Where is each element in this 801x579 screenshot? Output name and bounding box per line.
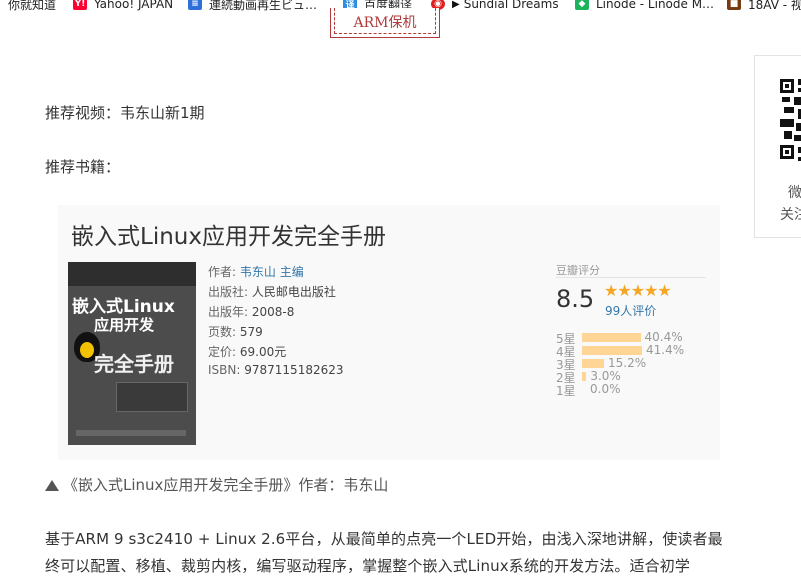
bookmark-label: 連続動画再生ビュ… (209, 0, 318, 12)
author-link[interactable]: 韦东山 主编 (240, 265, 304, 279)
rating-row-percent: 40.4% (644, 330, 683, 344)
rating-row-percent: 15.2% (608, 356, 647, 370)
book-price-row: 定价: 69.00元 (208, 343, 286, 360)
linode-icon: ◆ (575, 0, 589, 10)
follow-panel[interactable]: 微 关注 (754, 55, 801, 238)
rating-row-percent: 41.4% (646, 343, 685, 357)
book-pages-row: 页数: 579 (208, 323, 263, 340)
cover-title-3: 完全手册 (94, 352, 174, 376)
recommend-books-text: 推荐书籍： (45, 158, 121, 176)
yahoo-icon: Y! (73, 0, 87, 10)
bookmark-label: Yahoo! JAPAN (94, 0, 174, 11)
book-author-row: 作者: 韦东山 主编 (208, 263, 304, 280)
book-year-row: 出版年: 2008-8 (208, 303, 294, 320)
rating-row-bar (582, 372, 587, 381)
site-icon: ■ (727, 0, 741, 10)
pages-value: 579 (239, 325, 263, 339)
rating-count[interactable]: 99人评价 (605, 302, 656, 319)
bookmark-linode[interactable]: ◆ Linode - Linode M… (575, 0, 714, 11)
bookmark-video[interactable]: ≡ 連続動画再生ビュ… (188, 0, 318, 12)
book-info-image: 嵌入式Linux应用开发完全手册 嵌入式Linux 应用开发 完全手册 作者: … (58, 205, 720, 460)
cover-publisher-strip (76, 430, 186, 436)
rating-row: 5星 40.4% (556, 330, 706, 346)
rating-score: 8.5 (556, 285, 595, 313)
body-paragraph-line-1: 基于ARM 9 s3c2410 + Linux 2.6平台，从最简单的点亮一个L… (45, 530, 723, 548)
bookmark-label: 你就知道 (8, 0, 57, 12)
follow-label-1: 微 (788, 185, 801, 201)
caption-text: 《嵌入式Linux应用开发完全手册》作者：韦东山 (63, 476, 389, 494)
rating-stars-icon: ★★★★★ (604, 281, 672, 300)
tag-button-label: ARM保机 (353, 15, 417, 31)
isbn-value: 9787115182623 (244, 363, 344, 377)
year-label: 出版年: (208, 305, 249, 319)
bookmark-yahoo[interactable]: Y! Yahoo! JAPAN (73, 0, 173, 11)
rating-row-bar (582, 333, 641, 342)
rating-row-label: 1星 (556, 384, 576, 398)
cover-title-2: 应用开发 (94, 316, 155, 334)
bookmark-label: Linode - Linode M… (596, 0, 715, 11)
bookmark-label: Sundial Dreams (463, 0, 559, 11)
publisher-value: 人民邮电出版社 (251, 285, 336, 299)
bookmark-18av[interactable]: ■ 18AV - 视 (727, 0, 801, 12)
book-title: 嵌入式Linux应用开发完全手册 (71, 224, 386, 250)
rating-row: 3星 15.2% (556, 356, 706, 372)
rating-row-percent: 0.0% (590, 382, 621, 396)
price-value: 69.00元 (239, 345, 287, 359)
rating-divider (556, 277, 706, 278)
isbn-label: ISBN: (208, 363, 241, 377)
body-paragraph-line-2: 终可以配置、移植、裁剪内核，编写驱动程序，掌握整个嵌入式Linux系统的开发方法… (45, 557, 690, 575)
pages-label: 页数: (208, 325, 237, 339)
image-caption: 《嵌入式Linux应用开发完全手册》作者：韦东山 (45, 474, 388, 495)
rating-row-percent: 3.0% (590, 369, 621, 383)
year-value: 2008-8 (251, 305, 295, 319)
document-icon: ≡ (188, 0, 202, 10)
play-icon: ▶ (452, 0, 460, 10)
book-publisher-row: 出版社: 人民邮电出版社 (208, 283, 336, 300)
rating-row: 2星 3.0% (556, 369, 706, 385)
price-label: 定价: (208, 345, 237, 359)
qr-code-icon (780, 79, 801, 169)
author-label: 作者: (208, 265, 237, 279)
cover-box (116, 382, 188, 412)
cover-band (68, 262, 196, 286)
book-isbn-row: ISBN: 9787115182623 (208, 363, 344, 377)
rating-row: 4星 41.4% (556, 343, 706, 359)
publisher-label: 出版社: (208, 285, 249, 299)
douban-rating-label: 豆瓣评分 (556, 264, 600, 277)
rating-row: 1星 0.0% (556, 382, 706, 398)
tag-button[interactable]: ARM保机 (330, 8, 440, 38)
rating-row-bar (582, 359, 605, 368)
triangle-up-icon (45, 480, 59, 491)
bookmark-label: 18AV - 视 (748, 0, 801, 12)
rating-row-bar (582, 346, 642, 355)
recommend-video-text: 推荐视频：韦东山新1期 (45, 104, 205, 122)
follow-label-2: 关注 (780, 207, 801, 223)
book-cover: 嵌入式Linux 应用开发 完全手册 (68, 262, 196, 445)
bookmark-sundial[interactable]: ◉ ▶ Sundial Dreams (431, 0, 559, 11)
bookmark-1[interactable]: 你就知道 (8, 0, 57, 12)
